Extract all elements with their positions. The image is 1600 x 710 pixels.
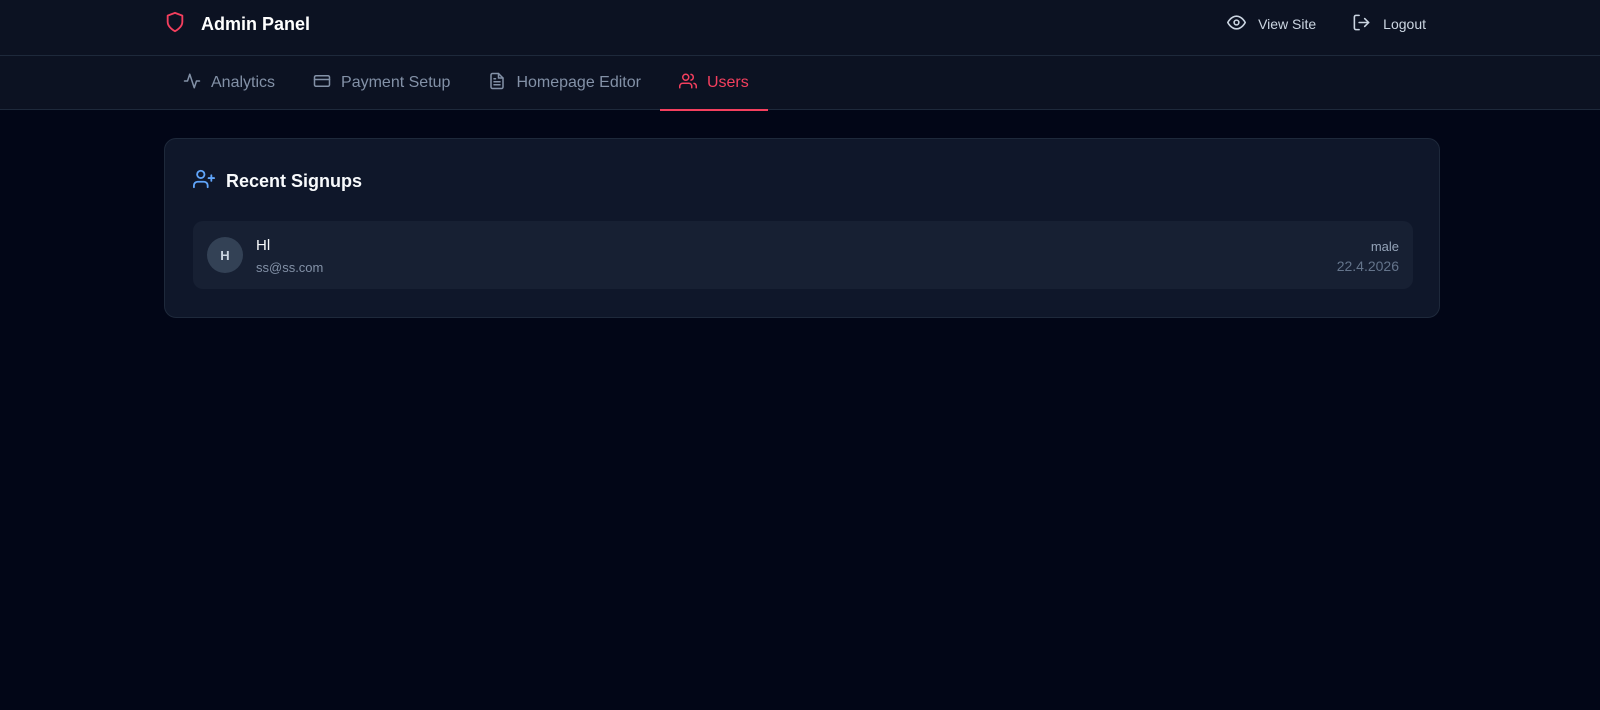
user-plus-icon bbox=[193, 168, 226, 195]
file-text-icon bbox=[488, 72, 516, 95]
view-site-label: View Site bbox=[1258, 16, 1317, 32]
list-item[interactable]: H Hl ss@ss.com male 22.4.2026 bbox=[193, 221, 1413, 289]
tab-analytics[interactable]: Analytics bbox=[164, 56, 294, 110]
credit-card-icon bbox=[313, 72, 341, 95]
logout-button[interactable]: Logout bbox=[1352, 13, 1426, 35]
tab-payment-setup[interactable]: Payment Setup bbox=[294, 56, 469, 110]
tab-label: Homepage Editor bbox=[516, 74, 641, 91]
tab-users[interactable]: Users bbox=[659, 56, 768, 111]
shield-icon bbox=[164, 11, 186, 38]
tabs: Analytics Payment Setup Homepage Editor … bbox=[164, 56, 768, 111]
activity-icon bbox=[183, 72, 211, 95]
top-header: Admin Panel View Site Logout bbox=[0, 0, 1600, 56]
header-actions: View Site Logout bbox=[1191, 12, 1426, 36]
user-gender: male bbox=[1370, 239, 1399, 254]
tab-label: Users bbox=[706, 74, 749, 91]
brand: Admin Panel bbox=[164, 11, 311, 38]
tab-homepage-editor[interactable]: Homepage Editor bbox=[469, 56, 660, 110]
card-header: Recent Signups bbox=[193, 169, 362, 193]
avatar: H bbox=[207, 237, 243, 273]
tab-label: Payment Setup bbox=[341, 74, 451, 91]
user-email: ss@ss.com bbox=[256, 260, 324, 275]
app-title: Admin Panel bbox=[201, 13, 311, 34]
card-title: Recent Signups bbox=[226, 170, 363, 191]
logout-label: Logout bbox=[1383, 16, 1426, 32]
recent-signups-card: Recent Signups H Hl ss@ss.com male 22.4.… bbox=[164, 138, 1440, 318]
eye-icon bbox=[1227, 13, 1258, 35]
users-icon bbox=[678, 72, 707, 95]
logout-icon bbox=[1352, 13, 1383, 35]
tab-bar: Analytics Payment Setup Homepage Editor … bbox=[0, 56, 1600, 111]
tab-label: Analytics bbox=[211, 74, 276, 91]
user-name: Hl bbox=[256, 237, 271, 254]
view-site-button[interactable]: View Site bbox=[1227, 13, 1316, 35]
signup-date: 22.4.2026 bbox=[1336, 258, 1399, 274]
